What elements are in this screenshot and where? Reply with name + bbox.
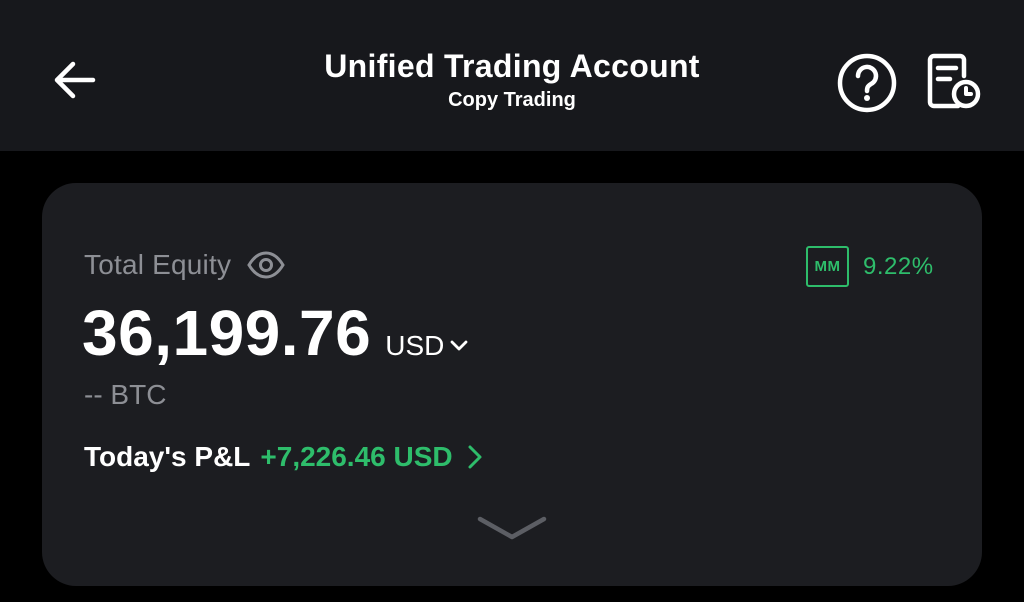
chevron-down-icon: [450, 340, 468, 351]
help-button[interactable]: [836, 52, 898, 114]
top-app-bar: Unified Trading Account Copy Trading: [0, 0, 1024, 151]
expand-card-button[interactable]: [476, 513, 548, 547]
equity-card: Total Equity 36,199.76 USD -- BTC Today'…: [42, 183, 982, 586]
total-equity-value: 36,199.76: [82, 297, 372, 369]
help-circle-icon: [837, 53, 897, 113]
arrow-left-icon: [54, 61, 96, 99]
mm-rate: 9.22%: [863, 252, 934, 280]
chevron-right-icon: [468, 445, 482, 469]
order-history-button[interactable]: [922, 50, 984, 112]
eye-icon: [247, 251, 285, 279]
equity-value-row: 36,199.76 USD: [82, 295, 469, 371]
pnl-label: Today's P&L: [84, 441, 251, 472]
btc-equivalent: -- BTC: [84, 379, 167, 410]
order-history-icon: [927, 53, 981, 109]
chevron-down-icon: [477, 516, 547, 540]
visibility-toggle[interactable]: [247, 250, 285, 280]
header-title-group: Unified Trading Account Copy Trading: [212, 46, 812, 113]
todays-pnl-link[interactable]: Today's P&L +7,226.46 USD: [84, 441, 483, 473]
currency-selector[interactable]: USD: [385, 330, 469, 362]
pnl-value: +7,226.46 USD: [260, 441, 453, 472]
maintenance-margin[interactable]: MM 9.22%: [806, 246, 934, 287]
equity-label-row: Total Equity: [84, 249, 285, 281]
page-subtitle: Copy Trading: [448, 89, 576, 111]
currency-label: USD: [385, 330, 445, 361]
page-title: Unified Trading Account: [324, 48, 700, 84]
mm-badge: MM: [806, 246, 849, 287]
total-equity-label: Total Equity: [84, 249, 232, 280]
back-button[interactable]: [46, 52, 102, 108]
